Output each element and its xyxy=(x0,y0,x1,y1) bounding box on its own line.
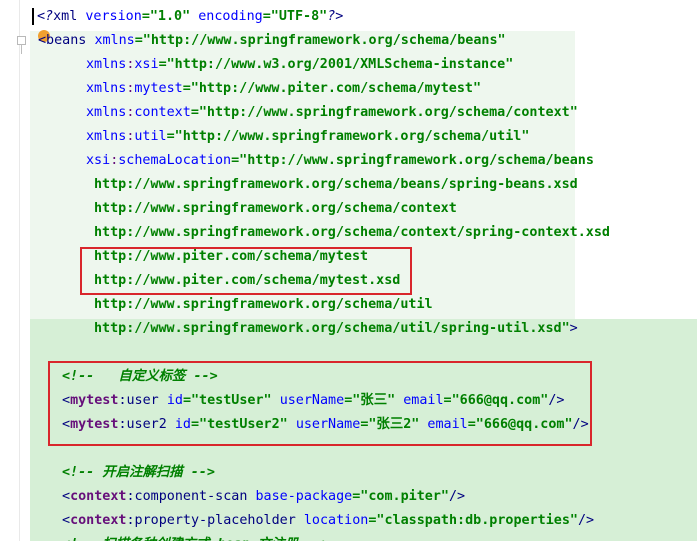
code-token: ="http://www.w3.org/2001/XMLSchema-insta… xyxy=(158,57,514,72)
code-editor[interactable]: <?xml version="1.0" encoding="UTF-8"?> <b… xyxy=(0,0,697,541)
code-token: xml xyxy=(53,9,86,24)
code-line[interactable]: <beans xmlns="http://www.springframework… xyxy=(0,29,697,53)
code-line-text: <?xml version="1.0" encoding="UTF-8"?> xyxy=(37,5,343,29)
code-token: ?> xyxy=(327,9,344,24)
code-token: version xyxy=(85,9,142,24)
code-line-text: http://www.springframework.org/schema/be… xyxy=(94,173,578,197)
code-token: xmlns xyxy=(86,57,127,72)
code-token: < xyxy=(62,513,71,528)
code-token: xmlns xyxy=(86,129,127,144)
code-token: ="http://www.springframework.org/schema/… xyxy=(190,105,578,120)
code-token: <!-- 开启注解扫描 --> xyxy=(62,465,215,480)
code-line-text: xsi:schemaLocation="http://www.springfra… xyxy=(86,149,594,173)
code-line-text: xmlns:xsi="http://www.w3.org/2001/XMLSch… xyxy=(86,53,513,77)
code-token: ="http://www.piter.com/schema/mytest" xyxy=(182,81,482,96)
code-line[interactable]: <?xml version="1.0" encoding="UTF-8"?> xyxy=(0,5,697,29)
code-token: <? xyxy=(37,9,54,24)
code-line-text: <context:property-placeholder location="… xyxy=(62,509,594,533)
code-token: ="http://www.springframework.org/schema/… xyxy=(231,153,594,168)
code-token: encoding xyxy=(198,9,263,24)
code-line-text: http://www.springframework.org/schema/ut… xyxy=(94,317,578,341)
code-line-text: http://www.springframework.org/schema/co… xyxy=(94,197,457,221)
annotation-box-schema xyxy=(80,247,412,295)
code-line[interactable]: http://www.springframework.org/schema/ut… xyxy=(0,317,697,341)
code-line-text: <beans xmlns="http://www.springframework… xyxy=(38,29,506,53)
code-token: mytest xyxy=(134,81,183,96)
code-line[interactable]: http://www.springframework.org/schema/co… xyxy=(0,197,697,221)
code-line[interactable]: http://www.springframework.org/schema/ut… xyxy=(0,293,697,317)
code-token: <!-- 扫描各种创建方式 bean 文注册 --> xyxy=(62,537,330,541)
code-token: schemaLocation xyxy=(118,153,232,168)
code-token: context xyxy=(70,489,127,504)
code-token: util xyxy=(134,129,167,144)
code-token: /> xyxy=(449,489,466,504)
code-line-text: <!-- 扫描各种创建方式 bean 文注册 --> xyxy=(62,533,330,541)
code-token: xmlns xyxy=(86,81,127,96)
code-token: xsi xyxy=(86,153,111,168)
code-token: http://www.springframework.org/schema/co… xyxy=(94,225,610,240)
code-token: > xyxy=(569,321,578,336)
code-token: ="1.0" xyxy=(141,9,199,24)
code-token: < xyxy=(62,489,71,504)
code-line[interactable]: xmlns:mytest="http://www.piter.com/schem… xyxy=(0,77,697,101)
code-token: /> xyxy=(577,513,595,528)
code-line-text: <context:component-scan base-package="co… xyxy=(62,485,465,509)
code-line[interactable]: <!-- 扫描各种创建方式 bean 文注册 --> xyxy=(0,533,697,541)
code-line[interactable]: xmlns:util="http://www.springframework.o… xyxy=(0,125,697,149)
code-token: xmlns xyxy=(94,33,135,48)
code-line[interactable]: xmlns:context="http://www.springframewor… xyxy=(0,101,697,125)
code-line[interactable]: xmlns:xsi="http://www.w3.org/2001/XMLSch… xyxy=(0,53,697,77)
code-line-text: <!-- 开启注解扫描 --> xyxy=(62,461,215,485)
code-line-text: xmlns:util="http://www.springframework.o… xyxy=(86,125,529,149)
code-token: xsi xyxy=(134,57,159,72)
code-line[interactable]: xsi:schemaLocation="http://www.springfra… xyxy=(0,149,697,173)
code-token: http://www.springframework.org/schema/ut… xyxy=(94,321,570,336)
code-line[interactable]: http://www.springframework.org/schema/be… xyxy=(0,173,697,197)
code-line-text: http://www.springframework.org/schema/ut… xyxy=(94,293,433,317)
code-token: ="com.piter" xyxy=(352,489,449,504)
code-token: <beans xyxy=(38,33,95,48)
code-token: location xyxy=(303,513,369,528)
code-line[interactable]: <context:property-placeholder location="… xyxy=(0,509,697,533)
code-token: ="UTF-8" xyxy=(262,9,328,24)
code-token: ="classpath:db.properties" xyxy=(368,513,578,528)
code-token: context xyxy=(70,513,127,528)
code-token: http://www.springframework.org/schema/co… xyxy=(94,201,457,216)
code-token: http://www.springframework.org/schema/ut… xyxy=(94,297,433,312)
code-token: base-package xyxy=(255,489,353,504)
code-token: xmlns xyxy=(86,105,127,120)
code-line-text: xmlns:context="http://www.springframewor… xyxy=(86,101,578,125)
code-token: ="http://www.springframework.org/schema/… xyxy=(134,33,506,48)
code-token: :component-scan xyxy=(126,489,256,504)
code-token: http://www.springframework.org/schema/be… xyxy=(94,177,578,192)
code-line[interactable]: <context:component-scan base-package="co… xyxy=(0,485,697,509)
code-token: :property-placeholder xyxy=(126,513,304,528)
code-line[interactable]: http://www.springframework.org/schema/co… xyxy=(0,221,697,245)
code-line-text: http://www.springframework.org/schema/co… xyxy=(94,221,610,245)
code-line-text: xmlns:mytest="http://www.piter.com/schem… xyxy=(86,77,481,101)
code-token: context xyxy=(134,105,191,120)
annotation-box-custom-tags xyxy=(48,361,592,446)
code-line[interactable]: <!-- 开启注解扫描 --> xyxy=(0,461,697,485)
code-token: ="http://www.springframework.org/schema/… xyxy=(166,129,530,144)
